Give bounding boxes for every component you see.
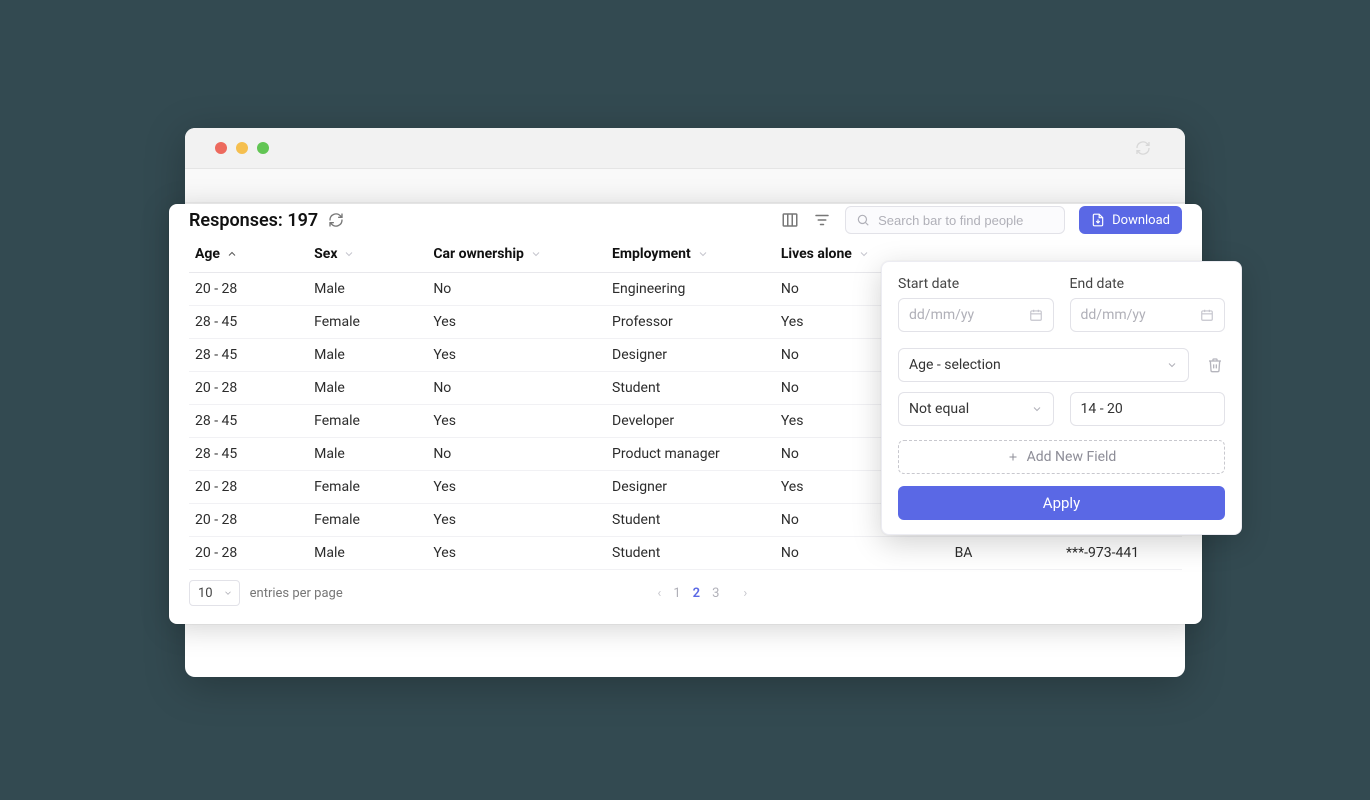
- filter-operator-select[interactable]: Not equal: [898, 392, 1054, 426]
- pagination-next[interactable]: ›: [743, 586, 747, 601]
- chevron-up-icon: [226, 248, 238, 260]
- table-cell: Student: [606, 372, 775, 405]
- maximize-window-dot[interactable]: [257, 142, 269, 154]
- entries-per-page-select[interactable]: 10: [189, 580, 240, 606]
- chevron-down-icon: [1120, 248, 1132, 260]
- table-cell: Female: [308, 504, 427, 537]
- table-cell: Product manager: [606, 438, 775, 471]
- filter-field-select[interactable]: Age - selection: [898, 348, 1189, 382]
- table-cell: Female: [308, 405, 427, 438]
- table-cell: Male: [308, 273, 427, 306]
- table-cell: Engineering: [606, 273, 775, 306]
- window-controls: [185, 128, 1185, 169]
- download-button[interactable]: Download: [1079, 206, 1182, 234]
- column-header[interactable]: Employment: [606, 236, 775, 273]
- download-label: Download: [1112, 213, 1170, 228]
- pagination-page[interactable]: 2: [693, 586, 700, 601]
- column-header[interactable]: Age: [189, 236, 308, 273]
- start-date-input[interactable]: dd/mm/yy: [898, 298, 1054, 332]
- table-cell: Male: [308, 372, 427, 405]
- download-icon: [1091, 213, 1105, 227]
- add-new-field-button[interactable]: Add New Field: [898, 440, 1225, 474]
- table-cell: 20 - 28: [189, 471, 308, 504]
- table-cell: Male: [308, 537, 427, 570]
- filter-panel: Start date dd/mm/yy End date dd/mm/yy Ag…: [881, 261, 1242, 535]
- table-cell: Developer: [606, 405, 775, 438]
- browser-tabs-bar: [185, 169, 1185, 203]
- pagination-page[interactable]: 3: [712, 586, 719, 601]
- table-cell: Yes: [427, 471, 606, 504]
- table-cell: Female: [308, 306, 427, 339]
- chevron-down-icon: [1166, 359, 1178, 371]
- table-cell: Male: [308, 339, 427, 372]
- table-cell: Male: [308, 438, 427, 471]
- pagination-prev[interactable]: ‹: [657, 586, 661, 601]
- browser-refresh-icon: [1135, 140, 1151, 156]
- table-cell: BA: [904, 537, 1023, 570]
- table-cell: Yes: [427, 537, 606, 570]
- table-cell: Student: [606, 504, 775, 537]
- table-cell: No: [427, 372, 606, 405]
- chevron-down-icon: [530, 248, 542, 260]
- start-date-label: Start date: [898, 276, 1054, 292]
- calendar-icon: [1200, 308, 1214, 322]
- column-header[interactable]: Car ownership: [427, 236, 606, 273]
- table-cell: Female: [308, 471, 427, 504]
- chevron-down-icon: [343, 248, 355, 260]
- plus-icon: [1007, 451, 1019, 463]
- table-cell: Student: [606, 537, 775, 570]
- close-window-dot[interactable]: [215, 142, 227, 154]
- table-cell: Yes: [427, 306, 606, 339]
- filter-icon[interactable]: [813, 211, 831, 229]
- table-cell: 20 - 28: [189, 504, 308, 537]
- end-date-label: End date: [1070, 276, 1226, 292]
- table-cell: No: [427, 438, 606, 471]
- filter-value-input[interactable]: 14 - 20: [1070, 392, 1226, 426]
- table-cell: Yes: [427, 504, 606, 537]
- table-cell: No: [775, 537, 904, 570]
- delete-filter-icon[interactable]: [1205, 357, 1225, 373]
- chevron-down-icon: [1031, 403, 1043, 415]
- calendar-icon: [1029, 308, 1043, 322]
- minimize-window-dot[interactable]: [236, 142, 248, 154]
- table-cell: 20 - 28: [189, 372, 308, 405]
- search-input-wrap[interactable]: [845, 206, 1065, 234]
- table-cell: 28 - 45: [189, 306, 308, 339]
- table-cell: 20 - 28: [189, 273, 308, 306]
- entries-label: entries per page: [250, 586, 343, 601]
- apply-button[interactable]: Apply: [898, 486, 1225, 520]
- end-date-input[interactable]: dd/mm/yy: [1070, 298, 1226, 332]
- table-cell: No: [427, 273, 606, 306]
- table-cell: 20 - 28: [189, 537, 308, 570]
- table-row[interactable]: 20 - 28MaleYesStudentNoBA***-973-441: [189, 537, 1182, 570]
- chevron-down-icon: [983, 248, 995, 260]
- table-cell: Yes: [427, 405, 606, 438]
- chevron-down-icon: [697, 248, 709, 260]
- table-cell: Designer: [606, 471, 775, 504]
- page-title: Responses: 197: [189, 210, 318, 231]
- table-cell: ***-973-441: [1023, 537, 1182, 570]
- table-cell: Yes: [427, 339, 606, 372]
- chevron-down-icon: [223, 588, 233, 598]
- refresh-icon[interactable]: [328, 212, 344, 228]
- search-icon: [856, 213, 870, 227]
- chevron-down-icon: [858, 248, 870, 260]
- table-cell: 28 - 45: [189, 339, 308, 372]
- search-input[interactable]: [878, 213, 1054, 228]
- pagination-page[interactable]: 1: [673, 586, 680, 601]
- card-header: Responses: 197 Download: [189, 204, 1182, 236]
- columns-icon[interactable]: [781, 211, 799, 229]
- table-footer: 10 entries per page ‹ 123 ›: [189, 580, 1182, 606]
- table-cell: 28 - 45: [189, 438, 308, 471]
- table-cell: Professor: [606, 306, 775, 339]
- table-cell: Designer: [606, 339, 775, 372]
- table-cell: 28 - 45: [189, 405, 308, 438]
- pagination: ‹ 123 ›: [657, 586, 747, 601]
- column-header[interactable]: Sex: [308, 236, 427, 273]
